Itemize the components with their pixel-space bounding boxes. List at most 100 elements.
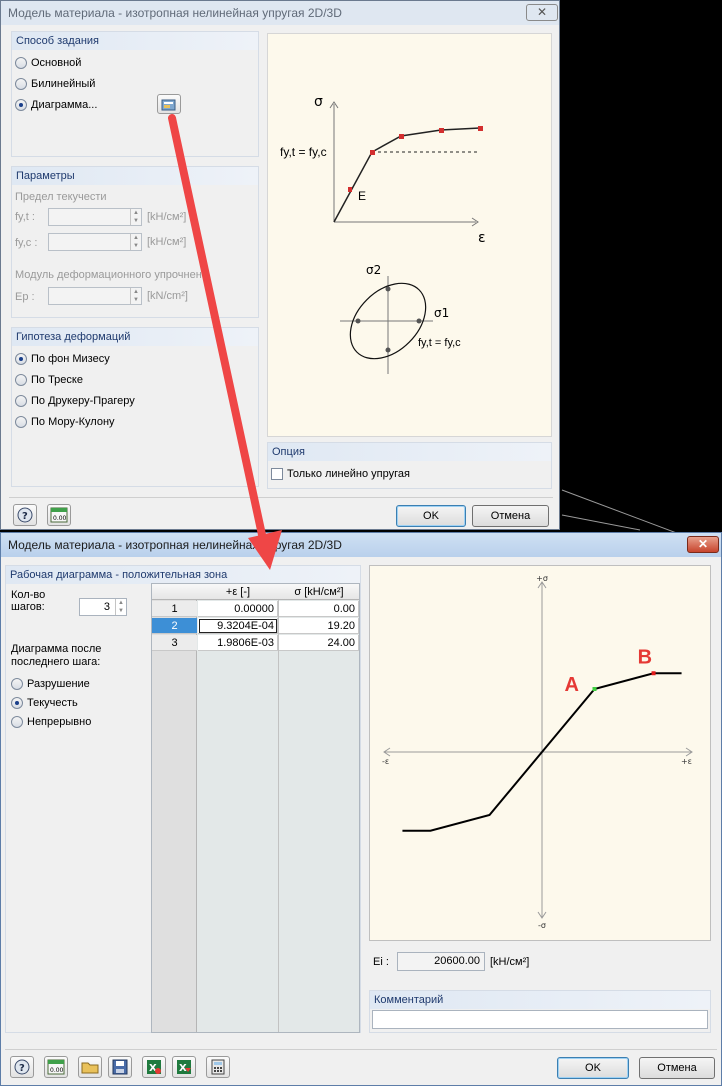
fyt-label: fy,t :	[15, 211, 35, 223]
dialog1-close-button[interactable]: ✕	[526, 4, 558, 21]
import-excel-button[interactable]: X	[142, 1056, 166, 1078]
method-basic-radio[interactable]: Основной	[15, 56, 81, 70]
units-button[interactable]: 0.00	[47, 504, 71, 526]
radio-circle	[15, 57, 27, 69]
material-illustration: σ ε fy,t = fy,c E σ2 σ1 fy,t = fy,c	[267, 33, 552, 437]
fyt-input[interactable]: ▲ ▼	[48, 208, 142, 226]
chart-plus-eps-label: +ε	[681, 757, 692, 766]
dialog2-title: Модель материала - изотропная нелинейная…	[1, 533, 721, 557]
cell-sigma[interactable]: 0.00	[279, 601, 359, 617]
chart-point-b	[651, 671, 656, 676]
open-folder-button[interactable]	[78, 1056, 102, 1078]
linear-elastic-checkbox[interactable]: Только линейно упругая	[271, 468, 410, 480]
cell-sigma[interactable]: 24.00	[279, 635, 359, 651]
stress-strain-curve	[333, 127, 481, 223]
fyt-spin-button[interactable]: ▲ ▼	[130, 209, 141, 225]
row-index[interactable]: 2	[152, 618, 197, 634]
dialog1-ok-button[interactable]: OK	[396, 505, 466, 527]
method-diagram-radio[interactable]: Диаграмма...	[15, 98, 97, 112]
illus-eps-label: ε	[478, 230, 486, 246]
fyc-input[interactable]: ▲ ▼	[48, 233, 142, 251]
folder-icon	[81, 1062, 99, 1074]
hyp-drucker-radio[interactable]: По Друкеру-Прагеру	[15, 394, 135, 408]
ep-input[interactable]: ▲ ▼	[48, 287, 142, 305]
option-group-title: Опция	[268, 443, 551, 461]
help-button[interactable]: ?	[13, 504, 37, 526]
ellipse-point	[355, 318, 361, 324]
curve-point	[399, 134, 404, 139]
radio-circle	[15, 374, 27, 386]
fyc-label: fy,c :	[15, 237, 38, 249]
units-icon: 0.00	[50, 507, 68, 523]
fyc-spin-button[interactable]: ▲ ▼	[130, 234, 141, 250]
dialog2-cancel-button[interactable]: Отмена	[639, 1057, 715, 1079]
after-continuous-radio[interactable]: Непрерывно	[11, 715, 91, 729]
radio-circle	[11, 697, 23, 709]
dialog2-close-button[interactable]: ✕	[687, 536, 719, 553]
header-sigma: σ [kH/см²]	[294, 586, 344, 598]
method-group: Способ задания	[11, 31, 259, 157]
calculator-button[interactable]	[206, 1056, 230, 1078]
hyp-mises-radio[interactable]: По фон Мизесу	[15, 352, 110, 366]
illustration-svg: σ ε fy,t = fy,c E σ2 σ1 fy,t = fy,c	[280, 94, 486, 374]
hyp-mohr-radio[interactable]: По Мору-Кулону	[15, 415, 115, 429]
hyp-mises-label: По фон Мизесу	[31, 353, 110, 365]
edit-diagram-button[interactable]	[157, 94, 181, 114]
curve-point	[370, 150, 375, 155]
dialog2-bottom-divider	[5, 1049, 717, 1050]
table-index-column	[152, 584, 197, 1032]
svg-text:?: ?	[19, 1063, 25, 1074]
chart-label-b: B	[638, 646, 652, 668]
hyp-tresca-label: По Треске	[31, 374, 83, 386]
radio-circle	[15, 99, 27, 111]
linear-elastic-label: Только линейно упругая	[287, 468, 410, 480]
cell-eps[interactable]: 0.00000	[198, 601, 278, 617]
illus-sigma1-label: σ1	[434, 306, 449, 320]
dialog1-title: Модель материала - изотропная нелинейная…	[1, 1, 559, 25]
ellipse-point	[385, 286, 391, 292]
units-button[interactable]: 0.00	[44, 1056, 68, 1078]
fyc-unit: [kH/см²]	[147, 236, 187, 248]
diagram-table: +ε [-] σ [kH/см²] 1 0.00000 0.00 2 9.320…	[151, 583, 360, 1033]
stress-strain-chart: +σ -σ -ε +ε A B	[369, 565, 711, 941]
radio-circle	[15, 353, 27, 365]
help-button[interactable]: ?	[10, 1056, 34, 1078]
cell-eps[interactable]: 9.3204E-04	[198, 618, 278, 634]
chart-minus-eps-label: -ε	[382, 757, 389, 766]
help-icon: ?	[14, 1059, 30, 1075]
excel-export-icon: X	[177, 1060, 191, 1074]
illus-e-label: E	[358, 189, 366, 203]
radio-circle	[11, 716, 23, 728]
chart-plus-sigma-label: +σ	[536, 574, 548, 583]
header-eps: +ε [-]	[225, 586, 251, 598]
export-excel-button[interactable]: X	[172, 1056, 196, 1078]
hyp-tresca-radio[interactable]: По Треске	[15, 373, 83, 387]
ep-spin-button[interactable]: ▲ ▼	[130, 288, 141, 304]
chart-minus-sigma-label: -σ	[538, 921, 546, 930]
method-basic-label: Основной	[31, 57, 82, 69]
ei-input[interactable]: 20600.00	[397, 952, 485, 971]
comment-input[interactable]	[372, 1010, 708, 1029]
save-button[interactable]	[108, 1056, 132, 1078]
curve-point	[439, 128, 444, 133]
row-index[interactable]: 3	[152, 635, 197, 651]
hyp-drucker-label: По Друкеру-Прагеру	[31, 395, 135, 407]
steps-spin-button[interactable]: ▲ ▼	[115, 599, 126, 615]
cell-sigma[interactable]: 19.20	[279, 618, 359, 634]
dialog1-cancel-button[interactable]: Отмена	[472, 505, 549, 527]
steps-spinner[interactable]: 3 ▲ ▼	[79, 598, 127, 616]
material-dialog-front: Модель материала - изотропная нелинейная…	[0, 532, 722, 1086]
method-group-title: Способ задания	[12, 32, 258, 50]
after-yield-radio[interactable]: Текучесть	[11, 696, 78, 710]
after-failure-radio[interactable]: Разрушение	[11, 677, 90, 691]
chart-point-a	[592, 687, 597, 691]
radio-circle	[15, 416, 27, 428]
dialog2-ok-button[interactable]: OK	[557, 1057, 629, 1079]
e-marker	[348, 187, 352, 192]
comment-title: Комментарий	[370, 991, 710, 1009]
method-bilinear-radio[interactable]: Билинейный	[15, 77, 95, 91]
row-index[interactable]: 1	[152, 601, 197, 617]
cell-eps[interactable]: 1.9806E-03	[198, 635, 278, 651]
after-failure-label: Разрушение	[27, 678, 90, 690]
checkbox-box	[271, 468, 283, 480]
